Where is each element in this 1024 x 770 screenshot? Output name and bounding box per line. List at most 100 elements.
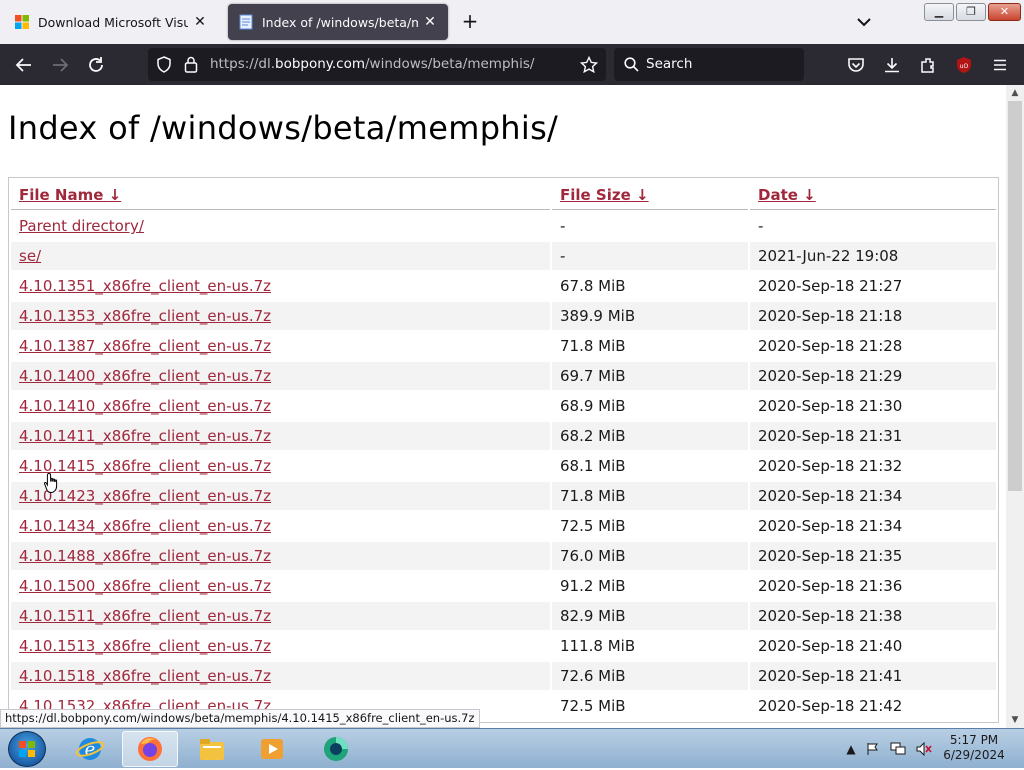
forward-icon[interactable] <box>48 53 72 77</box>
file-listing-table: File Name ↓ File Size ↓ Date ↓ Parent di… <box>8 177 999 723</box>
file-link[interactable]: 4.10.1488_x86fre_client_en-us.7z <box>19 547 271 565</box>
file-name-cell: 4.10.1488_x86fre_client_en-us.7z <box>11 542 550 570</box>
app-taskbar-button[interactable] <box>308 731 364 767</box>
table-row: 4.10.1387_x86fre_client_en-us.7z 71.8 MiB… <box>11 332 996 360</box>
tab-download-visual-cpp[interactable]: Download Microsoft Visual C++ ✕ <box>4 4 218 40</box>
system-clock[interactable]: 5:17 PM 6/29/2024 <box>936 733 1012 763</box>
scroll-down-arrow[interactable]: ▼ <box>1006 712 1024 728</box>
table-row: 4.10.1415_x86fre_client_en-us.7z 68.1 MiB… <box>11 452 996 480</box>
scroll-up-arrow[interactable]: ▲ <box>1006 85 1024 101</box>
file-explorer-taskbar-button[interactable] <box>184 731 240 767</box>
file-name-cell: 4.10.1423_x86fre_client_en-us.7z <box>11 482 550 510</box>
sort-by-size-link[interactable]: File Size ↓ <box>560 186 649 204</box>
file-size-cell: 71.8 MiB <box>560 337 626 355</box>
file-size-cell: - <box>552 242 748 270</box>
file-size-cell: 72.5 MiB <box>560 697 626 715</box>
internet-explorer-taskbar-button[interactable]: e <box>62 731 118 767</box>
clock-date: 6/29/2024 <box>943 748 1005 762</box>
media-player-taskbar-button[interactable] <box>244 731 300 767</box>
file-link[interactable]: 4.10.1434_x86fre_client_en-us.7z <box>19 517 271 535</box>
file-link[interactable]: 4.10.1400_x86fre_client_en-us.7z <box>19 367 271 385</box>
vertical-scrollbar[interactable]: ▲ ▼ <box>1006 85 1024 728</box>
file-link[interactable]: 4.10.1351_x86fre_client_en-us.7z <box>19 277 271 295</box>
file-link[interactable]: 4.10.1387_x86fre_client_en-us.7z <box>19 337 271 355</box>
downloads-icon[interactable] <box>880 53 904 77</box>
table-row: 4.10.1511_x86fre_client_en-us.7z 82.9 MiB… <box>11 602 996 630</box>
file-size-cell: 91.2 MiB <box>560 577 626 595</box>
file-date-cell: 2020-Sep-18 21:36 <box>758 577 903 595</box>
media-player-icon <box>261 739 283 759</box>
close-tab-icon[interactable]: ✕ <box>192 14 208 30</box>
navigation-bar: https://dl.bobpony.com/windows/beta/memp… <box>0 44 1024 85</box>
file-link[interactable]: 4.10.1500_x86fre_client_en-us.7z <box>19 577 271 595</box>
sort-by-date-link[interactable]: Date ↓ <box>758 186 816 204</box>
volume-muted-icon[interactable] <box>914 737 934 761</box>
firefox-icon <box>138 737 162 761</box>
ublock-origin-icon[interactable]: uO <box>952 53 976 77</box>
firefox-taskbar-button[interactable] <box>122 731 178 767</box>
file-date-cell: 2020-Sep-18 21:35 <box>750 542 996 570</box>
show-hidden-icons-icon[interactable]: ▲ <box>844 737 858 761</box>
file-name-cell: 4.10.1518_x86fre_client_en-us.7z <box>11 662 550 690</box>
shield-icon[interactable] <box>156 56 172 73</box>
scrollbar-thumb[interactable] <box>1008 101 1022 491</box>
back-icon[interactable] <box>12 53 36 77</box>
file-link[interactable]: 4.10.1410_x86fre_client_en-us.7z <box>19 397 271 415</box>
file-size-cell: 68.9 MiB <box>560 397 626 415</box>
file-date-cell: 2021-Jun-22 19:08 <box>750 242 996 270</box>
minimize-button[interactable]: ▁ <box>924 3 954 21</box>
action-center-flag-icon[interactable] <box>864 737 882 761</box>
table-row: 4.10.1500_x86fre_client_en-us.7z 91.2 MiB… <box>11 572 996 600</box>
file-link[interactable]: 4.10.1518_x86fre_client_en-us.7z <box>19 667 271 685</box>
link-status-tooltip: https://dl.bobpony.com/windows/beta/memp… <box>0 709 480 728</box>
pocket-icon[interactable] <box>844 53 868 77</box>
file-date-cell: 2020-Sep-18 21:31 <box>750 422 996 450</box>
start-button[interactable] <box>8 731 46 767</box>
restore-button[interactable]: ❐ <box>956 3 986 21</box>
table-row: 4.10.1410_x86fre_client_en-us.7z 68.9 MiB… <box>11 392 996 420</box>
file-link[interactable]: Parent directory/ <box>19 217 144 235</box>
table-row: se/ -2021-Jun-22 19:08 <box>11 242 996 270</box>
file-link[interactable]: se/ <box>19 247 41 265</box>
file-name-cell: 4.10.1415_x86fre_client_en-us.7z <box>11 452 550 480</box>
svg-text:uO: uO <box>960 63 969 70</box>
extensions-icon[interactable] <box>916 53 940 77</box>
file-name-cell: Parent directory/ <box>11 212 550 240</box>
file-date-cell: 2020-Sep-18 21:34 <box>758 517 903 535</box>
address-bar[interactable]: https://dl.bobpony.com/windows/beta/memp… <box>148 48 606 81</box>
lock-icon[interactable] <box>184 56 198 73</box>
file-link[interactable]: 4.10.1353_x86fre_client_en-us.7z <box>19 307 271 325</box>
file-size-cell: 111.8 MiB <box>560 637 636 655</box>
menu-icon[interactable] <box>988 53 1012 77</box>
bookmark-star-icon[interactable] <box>580 56 598 74</box>
file-link[interactable]: 4.10.1513_x86fre_client_en-us.7z <box>19 637 271 655</box>
close-tab-icon[interactable]: ✕ <box>422 14 438 30</box>
file-explorer-icon <box>200 739 224 760</box>
file-date-cell: 2020-Sep-18 21:18 <box>750 302 996 330</box>
reload-icon[interactable] <box>84 53 108 77</box>
column-header-date[interactable]: Date ↓ <box>750 180 996 210</box>
chevron-down-icon[interactable] <box>852 12 876 32</box>
file-link[interactable]: 4.10.1511_x86fre_client_en-us.7z <box>19 607 271 625</box>
file-name-cell: 4.10.1511_x86fre_client_en-us.7z <box>11 602 550 630</box>
page-content: Index of /windows/beta/memphis/ File Nam… <box>0 85 1006 728</box>
file-link[interactable]: 4.10.1411_x86fre_client_en-us.7z <box>19 427 271 445</box>
file-name-cell: 4.10.1353_x86fre_client_en-us.7z <box>11 302 550 330</box>
windows-logo-icon <box>15 15 29 29</box>
table-row: 4.10.1434_x86fre_client_en-us.7z 72.5 MiB… <box>11 512 996 540</box>
column-header-file-size[interactable]: File Size ↓ <box>552 180 748 210</box>
close-window-button[interactable]: ✕ <box>988 3 1021 21</box>
url-text[interactable]: https://dl.bobpony.com/windows/beta/memp… <box>210 56 534 72</box>
sort-by-name-link[interactable]: File Name ↓ <box>19 186 121 204</box>
file-date-cell: 2020-Sep-18 21:41 <box>750 662 996 690</box>
new-tab-button[interactable]: + <box>458 10 482 34</box>
tab-index-memphis[interactable]: Index of /windows/beta/memphis/ ✕ <box>228 4 448 40</box>
file-name-cell: 4.10.1387_x86fre_client_en-us.7z <box>11 332 550 360</box>
table-row: Parent directory/ - - <box>11 212 996 240</box>
table-row: 4.10.1423_x86fre_client_en-us.7z 71.8 MiB… <box>11 482 996 510</box>
column-header-file-name[interactable]: File Name ↓ <box>11 180 550 210</box>
file-name-cell: 4.10.1351_x86fre_client_en-us.7z <box>11 272 550 300</box>
network-icon[interactable] <box>888 737 908 761</box>
table-row: 4.10.1353_x86fre_client_en-us.7z 389.9 Mi… <box>11 302 996 330</box>
search-input[interactable]: Search <box>614 48 804 81</box>
